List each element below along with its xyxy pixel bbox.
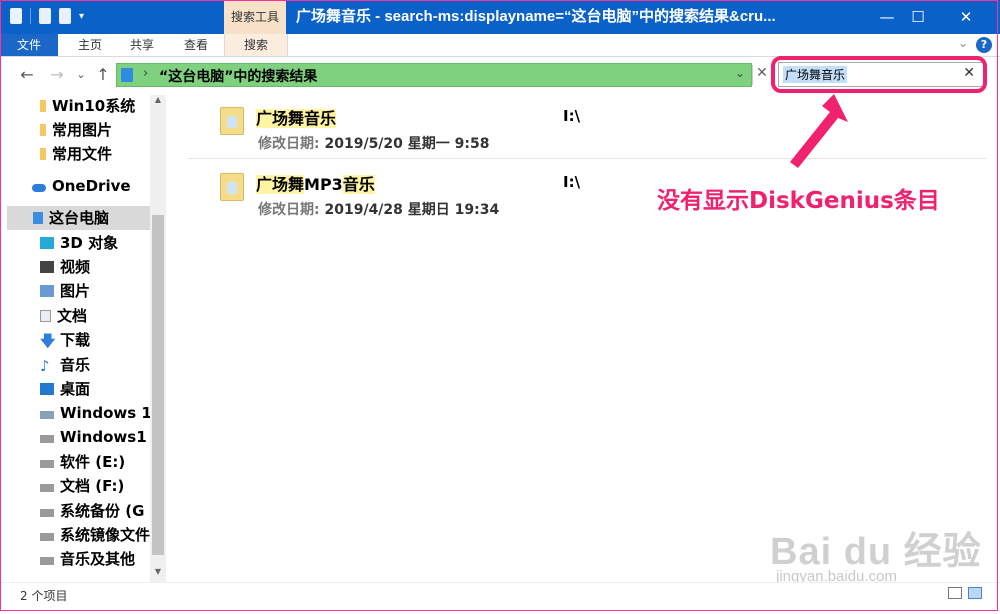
up-icon[interactable]: ↑ [92,65,114,84]
tab-view[interactable]: 查看 [172,34,220,56]
music-note-icon: ♪ [40,357,50,375]
sidebar-item-win10[interactable]: Win10系统 [40,95,166,118]
sidebar-item-this-pc[interactable]: 这台电脑 [7,206,150,230]
details-view-icon[interactable] [948,587,962,599]
breadcrumb-separator[interactable]: › [143,66,148,81]
result-name[interactable]: 广场舞MP3音乐 [256,171,375,195]
clear-address-icon[interactable]: ✕ [752,65,771,85]
sidebar-item-onedrive[interactable]: OneDrive [32,174,166,198]
item-count: 2 个项目 [20,589,68,603]
music-folder-icon [220,107,244,135]
help-icon[interactable]: ? [976,37,992,53]
drive-icon [40,484,54,492]
result-name[interactable]: 广场舞音乐 [256,105,337,129]
folder-icon [40,124,46,136]
folder-icon [40,148,46,160]
ribbon-tabs: 文件 主页 共享 查看 搜索 ⌄ ? [0,34,1000,57]
close-button[interactable]: ✕ [943,0,989,34]
annotation-text: 没有显示DiskGenius条目 [657,188,940,214]
result-divider [188,158,986,159]
large-icons-view-icon[interactable] [968,587,982,599]
windows-drive-icon [40,411,54,419]
drive-icon [40,435,54,443]
sidebar-item-documents[interactable]: 文档 [40,304,166,328]
music-folder-icon [220,173,244,201]
sidebar-item-drive-h[interactable]: 系统镜像文件 [40,523,166,547]
customize-dropdown-icon[interactable]: ▾ [79,11,84,22]
window-title: 广场舞音乐 - search-ms:displayname=“这台电脑”中的搜索… [296,8,776,25]
sidebar-item-drive-e[interactable]: 软件 (E:) [40,450,166,474]
cube-icon [40,237,54,249]
desktop-icon [40,383,54,395]
baidu-watermark: Bai du 经验 jingyan.baidu.com [770,520,982,585]
scroll-down-icon[interactable]: ▼ [150,567,166,581]
folder-icon [40,100,46,112]
maximize-button[interactable]: ☐ [895,0,941,34]
result-date: 修改日期: 2019/5/20 星期一 9:58 [258,136,490,152]
watermark-logo: Bai du 经验 [770,531,982,573]
results-pane: 广场舞音乐 修改日期: 2019/5/20 星期一 9:58 I:\ 广场舞MP… [170,95,1000,582]
drive-icon [40,509,54,517]
sidebar-item-pictures[interactable]: 图片 [40,279,166,303]
sidebar-item-3d[interactable]: 3D 对象 [40,231,166,255]
document-icon [40,310,51,322]
tab-file[interactable]: 文件 [0,34,58,56]
sidebar-item-drive-g[interactable]: 系统备份 (G [40,499,166,523]
tab-share[interactable]: 共享 [118,34,166,56]
download-icon: 🡇 [40,332,56,350]
film-icon [40,261,54,273]
drive-icon [40,460,54,468]
breadcrumb-path[interactable]: “这台电脑”中的搜索结果 [159,66,317,86]
sidebar-item-desktop[interactable]: 桌面 [40,377,166,401]
explorer-icon [10,8,22,24]
ribbon-expand-icon[interactable]: ⌄ [958,36,968,50]
properties-icon[interactable] [39,8,51,24]
sidebar-item-windows-drive-2[interactable]: Windows1 [40,425,166,449]
address-dropdown-icon[interactable]: ⌄ [735,66,745,80]
cloud-icon [32,184,46,192]
title-bar: ▾ 搜索工具 广场舞音乐 - search-ms:displayname=“这台… [0,0,1000,34]
sidebar-item-drive-f[interactable]: 文档 (F:) [40,474,166,498]
result-location: I:\ [563,107,581,125]
drive-icon [40,557,54,565]
status-bar: 2 个项目 [0,582,1000,614]
search-tools-context-tab: 搜索工具 [224,0,286,34]
sidebar-item-pictures-common[interactable]: 常用图片 [40,118,166,142]
sidebar-item-videos[interactable]: 视频 [40,255,166,279]
sidebar-item-windows-drive-1[interactable]: Windows 1 [40,401,166,425]
list-item[interactable]: 广场舞音乐 修改日期: 2019/5/20 星期一 9:58 I:\ [188,95,988,155]
sidebar-item-drive-i[interactable]: 音乐及其他 [40,547,166,571]
forward-icon[interactable]: → [46,65,68,84]
annotation-arrow-icon [790,94,848,168]
sidebar-item-music[interactable]: ♪ 音乐 [40,353,166,377]
annotation-highlight-ring [771,56,987,93]
back-icon[interactable]: ← [16,65,38,84]
quick-access-toolbar: ▾ [10,8,84,24]
drive-icon [40,533,54,541]
computer-icon [33,212,43,224]
scroll-up-icon[interactable]: ▲ [150,95,166,109]
picture-icon [40,285,54,297]
sidebar-scroll-thumb[interactable] [152,215,164,555]
sidebar-item-files-common[interactable]: 常用文件 [40,142,166,166]
result-date: 修改日期: 2019/4/28 星期日 19:34 [258,202,500,218]
tab-home[interactable]: 主页 [66,34,114,56]
tab-search[interactable]: 搜索 [224,34,288,56]
sidebar-item-downloads[interactable]: 🡇 下载 [40,328,166,352]
result-location: I:\ [563,173,581,191]
navigation-pane: Win10系统 常用图片 常用文件 OneDrive 这台电脑 3D 对象 视频… [0,95,166,582]
address-bar[interactable]: › “这台电脑”中的搜索结果 ⌄ [116,63,752,87]
new-folder-icon[interactable] [59,8,71,24]
recent-dropdown-icon[interactable]: ⌄ [70,68,92,81]
computer-icon [121,68,133,82]
